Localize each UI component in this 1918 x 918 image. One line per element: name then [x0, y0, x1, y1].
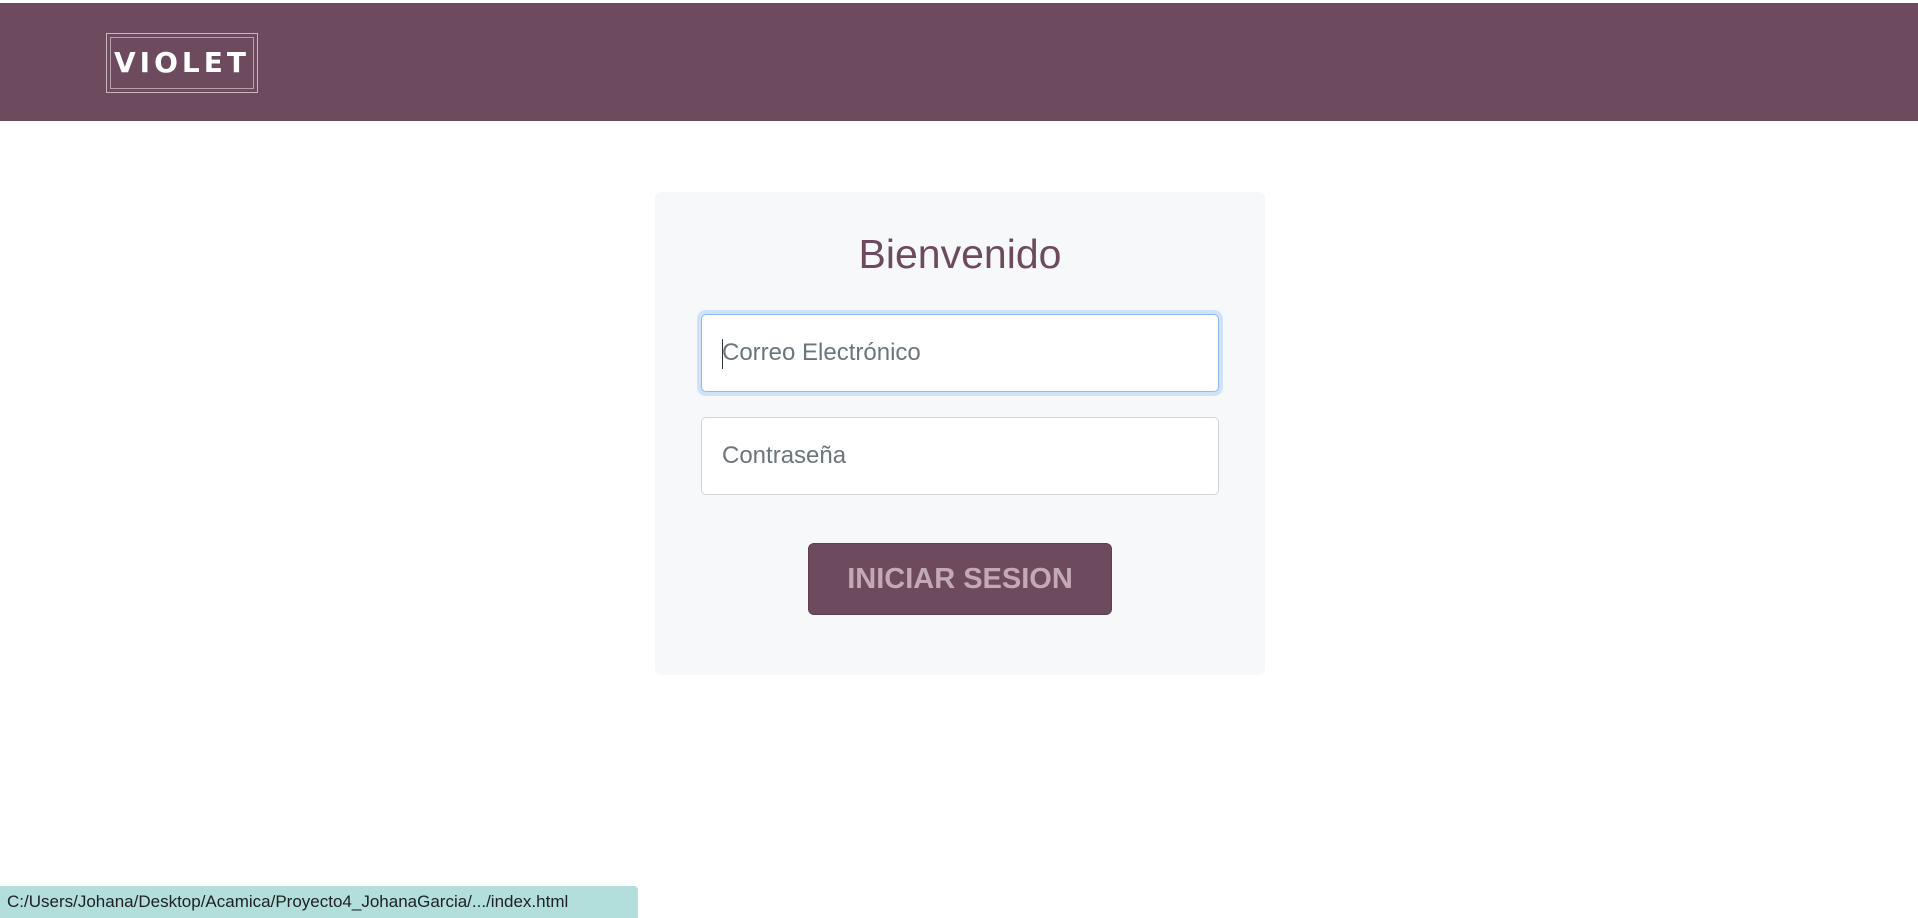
email-input[interactable]: [702, 315, 1218, 391]
login-button[interactable]: INICIAR SESION: [808, 543, 1112, 615]
brand-logo[interactable]: VIOLET: [106, 33, 258, 93]
welcome-title: Bienvenido: [858, 231, 1062, 277]
password-input[interactable]: [702, 418, 1218, 494]
brand-logo-text: VIOLET: [114, 46, 250, 79]
browser-status-bar: C:/Users/Johana/Desktop/Acamica/Proyecto…: [0, 886, 638, 918]
login-card: Bienvenido INICIAR SESION: [655, 192, 1265, 675]
password-field-wrapper: [701, 417, 1219, 495]
site-header: VIOLET: [0, 3, 1918, 121]
text-cursor: [722, 339, 723, 369]
email-field-wrapper: [701, 314, 1219, 392]
brand-logo-frame: VIOLET: [110, 37, 254, 89]
status-bar-url: C:/Users/Johana/Desktop/Acamica/Proyecto…: [7, 892, 569, 911]
